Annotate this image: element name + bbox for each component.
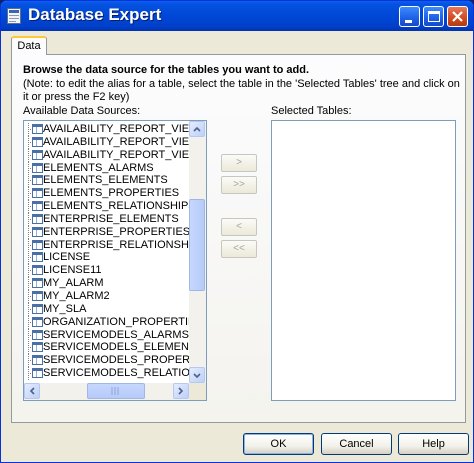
list-item[interactable]: LICENSE: [24, 251, 189, 265]
list-item[interactable]: ENTERPRISE_PROPERTIES: [24, 225, 189, 239]
list-item[interactable]: MY_ALARM2: [24, 289, 189, 303]
table-icon: [32, 175, 43, 186]
scroll-left-button[interactable]: [24, 383, 40, 399]
list-item[interactable]: MY_ALARM: [24, 277, 189, 290]
database-expert-dialog: Database Expert Data Browse the data sou…: [0, 0, 474, 463]
list-item[interactable]: ENTERPRISE_RELATIONSHIPS: [24, 238, 189, 252]
instructions-note: (Note: to edit the alias for a table, se…: [23, 78, 460, 103]
list-item-label: ORGANIZATION_PROPERTIES: [43, 315, 189, 328]
ok-button[interactable]: OK: [243, 433, 314, 455]
list-item[interactable]: MY_SLA: [24, 302, 189, 316]
list-item-label: MY_SLA: [43, 302, 87, 315]
vertical-scroll-thumb[interactable]: [189, 199, 205, 291]
list-item[interactable]: LICENSE11: [24, 264, 189, 278]
list-item[interactable]: SERVICEMODELS_RELATIONSHI: [24, 367, 189, 380]
add-button[interactable]: >: [221, 154, 257, 172]
list-item[interactable]: ELEMENTS_RELATIONSHIPS: [24, 200, 189, 213]
cancel-button[interactable]: Cancel: [321, 433, 392, 455]
table-icon: [32, 355, 43, 366]
scroll-up-button[interactable]: [189, 121, 205, 137]
list-item-label: MY_ALARM2: [43, 289, 110, 302]
list-item-label: AVAILABILITY_REPORT_VIEW_IN: [43, 123, 189, 135]
vertical-scrollbar[interactable]: [189, 121, 206, 383]
list-item[interactable]: ELEMENTS_PROPERTIES: [24, 187, 189, 201]
horizontal-scroll-thumb[interactable]: [87, 383, 145, 399]
table-icon: [32, 316, 43, 327]
list-item[interactable]: AVAILABILITY_REPORT_VIEW_IN: [24, 135, 189, 149]
table-icon: [32, 342, 43, 353]
table-icon: [32, 226, 43, 237]
table-icon: [32, 149, 43, 160]
list-item-label: ELEMENTS_PROPERTIES: [43, 187, 180, 200]
table-icon: [32, 239, 43, 250]
minimize-button[interactable]: [399, 6, 420, 27]
chevron-left-icon: [29, 387, 35, 395]
chevron-down-icon: [193, 373, 201, 379]
table-icon: [32, 278, 43, 289]
table-icon: [32, 124, 43, 134]
list-item[interactable]: SERVICEMODELS_ELEMENTS: [24, 341, 189, 355]
remove-button[interactable]: <: [221, 218, 257, 236]
list-item[interactable]: ORGANIZATION_PROPERTIES: [24, 315, 189, 329]
close-icon: [452, 11, 463, 22]
minimize-icon: [405, 20, 412, 23]
maximize-icon: [428, 11, 440, 22]
table-icon: [32, 213, 43, 224]
available-items-container: AVAILABILITY_REPORT_VIEW_INAVAILABILITY_…: [24, 123, 189, 381]
selected-tables-tree[interactable]: [271, 120, 456, 401]
instructions-heading: Browse the data source for the tables yo…: [23, 64, 310, 76]
available-data-sources-label: Available Data Sources:: [23, 105, 141, 117]
list-item[interactable]: SERVICEMODELS_ALARMS: [24, 328, 189, 342]
available-data-sources-tree[interactable]: AVAILABILITY_REPORT_VIEW_INAVAILABILITY_…: [23, 120, 207, 401]
table-icon: [32, 290, 43, 301]
table-icon: [32, 188, 43, 199]
chevron-up-icon: [193, 126, 201, 132]
table-icon: [32, 368, 43, 379]
scroll-right-button[interactable]: [173, 383, 189, 399]
table-icon: [32, 201, 43, 212]
list-item-label: ELEMENTS_RELATIONSHIPS: [43, 200, 189, 213]
scroll-down-button[interactable]: [189, 367, 205, 383]
window-title: Database Expert: [28, 5, 162, 24]
list-item-label: ENTERPRISE_PROPERTIES: [43, 225, 189, 238]
add-all-button[interactable]: >>: [221, 176, 257, 194]
scrollbar-corner: [189, 383, 206, 400]
list-item[interactable]: SERVICEMODELS_PROPERTIES: [24, 354, 189, 368]
list-item-label: ENTERPRISE_RELATIONSHIPS: [43, 238, 189, 251]
table-icon: [32, 329, 43, 340]
list-item-label: AVAILABILITY_REPORT_VIEW_IN: [43, 135, 189, 148]
list-item-label: SERVICEMODELS_PROPERTIES: [43, 354, 189, 367]
table-icon: [32, 162, 43, 173]
list-item-label: SERVICEMODELS_ALARMS: [43, 328, 189, 341]
table-icon: [32, 303, 43, 314]
remove-all-button[interactable]: <<: [221, 240, 257, 258]
list-item-label: SERVICEMODELS_RELATIONSHI: [43, 367, 189, 380]
table-icon: [32, 136, 43, 147]
list-item-label: ELEMENTS_ALARMS: [43, 161, 154, 174]
list-item-label: LICENSE11: [43, 264, 102, 277]
list-item[interactable]: AVAILABILITY_REPORT_VIEW_S: [24, 148, 189, 162]
maximize-button[interactable]: [423, 6, 444, 27]
title-bar[interactable]: Database Expert: [1, 1, 473, 31]
list-item[interactable]: ELEMENTS_ELEMENTS: [24, 174, 189, 188]
chevron-right-icon: [178, 387, 184, 395]
table-icon: [32, 265, 43, 276]
list-item-label: AVAILABILITY_REPORT_VIEW_S: [43, 148, 189, 161]
help-button[interactable]: Help: [398, 433, 469, 455]
horizontal-scrollbar[interactable]: [24, 383, 189, 400]
list-item-label: ELEMENTS_ELEMENTS: [43, 174, 168, 187]
list-item-label: MY_ALARM: [43, 277, 104, 290]
grip-icon: [111, 387, 119, 395]
database-expert-icon: [7, 8, 21, 24]
list-item[interactable]: ELEMENTS_ALARMS: [24, 161, 189, 175]
list-item-label: LICENSE: [43, 251, 91, 264]
table-icon: [32, 252, 43, 263]
tab-data[interactable]: Data: [11, 36, 47, 55]
list-item-label: ENTERPRISE_ELEMENTS: [43, 212, 179, 225]
selected-tables-label: Selected Tables:: [271, 105, 352, 117]
list-item[interactable]: AVAILABILITY_REPORT_VIEW_IN: [24, 123, 189, 136]
list-item[interactable]: ENTERPRISE_ELEMENTS: [24, 212, 189, 226]
list-item-label: SERVICEMODELS_ELEMENTS: [43, 341, 189, 354]
close-button[interactable]: [447, 6, 468, 27]
